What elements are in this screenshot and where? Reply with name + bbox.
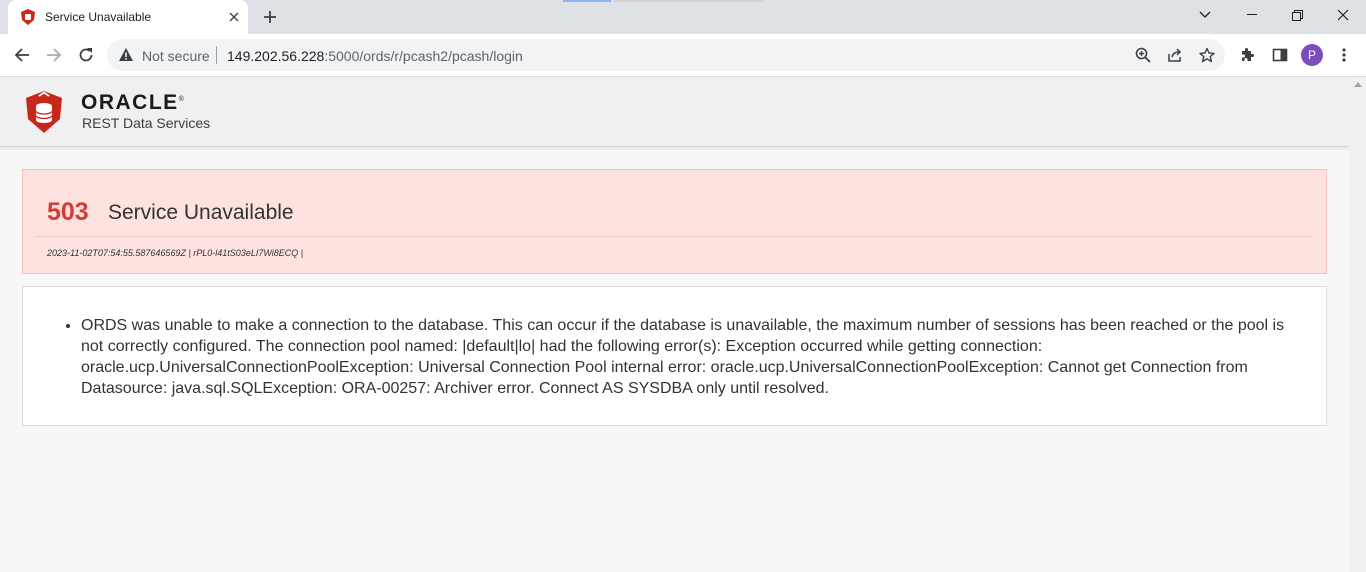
error-details-list: ORDS was unable to make a connection to … bbox=[81, 315, 1306, 399]
address-bar[interactable]: Not secure 149.202.56.228:5000/ords/r/pc… bbox=[107, 39, 1225, 71]
share-icon[interactable] bbox=[1165, 45, 1185, 65]
divider bbox=[216, 46, 217, 64]
kebab-menu-icon[interactable] bbox=[1334, 45, 1354, 65]
window-close-icon[interactable] bbox=[1320, 0, 1366, 30]
minimize-icon[interactable] bbox=[1229, 0, 1275, 30]
security-label[interactable]: Not secure bbox=[142, 48, 210, 64]
warning-icon[interactable] bbox=[118, 47, 134, 63]
puzzle-icon[interactable] bbox=[1237, 45, 1257, 65]
product-subtitle: REST Data Services bbox=[82, 115, 211, 131]
reload-icon[interactable] bbox=[71, 40, 101, 70]
tab-indicator-secondary bbox=[614, 0, 764, 2]
restore-icon[interactable] bbox=[1274, 0, 1320, 30]
brand-mark: ® bbox=[178, 96, 184, 103]
avatar[interactable]: P bbox=[1301, 44, 1323, 66]
shield-favicon-icon bbox=[20, 9, 36, 25]
vertical-scrollbar[interactable] bbox=[1349, 77, 1366, 572]
error-details-panel: ORDS was unable to make a connection to … bbox=[22, 286, 1327, 426]
divider bbox=[35, 236, 1312, 237]
side-panel-icon[interactable] bbox=[1270, 45, 1290, 65]
page-content: ORACLE® REST Data Services 503 Service U… bbox=[0, 77, 1349, 572]
ords-header: ORACLE® REST Data Services bbox=[0, 77, 1349, 147]
url-host: 149.202.56.228 bbox=[227, 48, 325, 64]
error-code: 503 bbox=[47, 198, 89, 226]
scroll-up-arrow-icon[interactable] bbox=[1354, 82, 1362, 87]
list-item: ORDS was unable to make a connection to … bbox=[81, 315, 1306, 399]
oracle-brand: ORACLE® bbox=[81, 91, 184, 115]
zoom-icon[interactable] bbox=[1133, 45, 1153, 65]
brand-text: ORACLE bbox=[81, 91, 179, 114]
chevron-down-icon[interactable] bbox=[1182, 0, 1228, 30]
tab-strip: Service Unavailable bbox=[0, 0, 1366, 34]
tab-title: Service Unavailable bbox=[45, 10, 152, 24]
close-icon[interactable] bbox=[226, 9, 242, 25]
url-text[interactable]: 149.202.56.228:5000/ords/r/pcash2/pcash/… bbox=[227, 48, 523, 64]
error-title: Service Unavailable bbox=[108, 201, 294, 224]
plus-icon[interactable] bbox=[258, 5, 282, 29]
error-metadata: 2023-11-02T07:54:55.587646569Z | rPL0-l4… bbox=[47, 248, 304, 258]
browser-toolbar: Not secure 149.202.56.228:5000/ords/r/pc… bbox=[0, 34, 1366, 77]
database-shield-icon bbox=[26, 91, 62, 133]
tab-indicator bbox=[563, 0, 611, 2]
forward-arrow-icon[interactable] bbox=[39, 40, 69, 70]
error-panel: 503 Service Unavailable 2023-11-02T07:54… bbox=[22, 169, 1327, 274]
browser-tab[interactable]: Service Unavailable bbox=[8, 0, 248, 34]
star-icon[interactable] bbox=[1197, 45, 1217, 65]
url-path: :5000/ords/r/pcash2/pcash/login bbox=[324, 48, 523, 64]
back-arrow-icon[interactable] bbox=[7, 40, 37, 70]
